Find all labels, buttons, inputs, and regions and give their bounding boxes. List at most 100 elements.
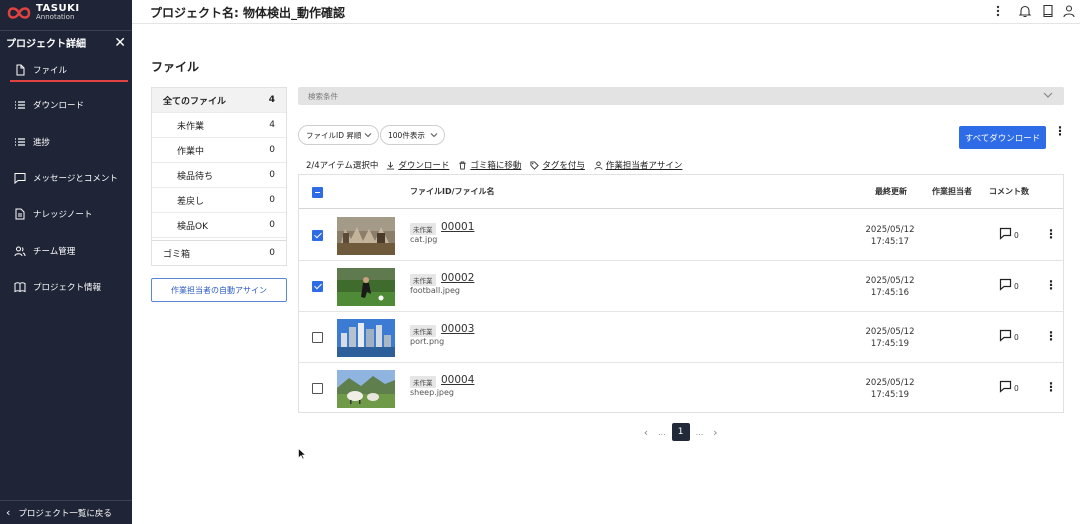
comments-button[interactable]: 0 [999,227,1019,240]
table-row[interactable]: 未作業 00004 sheep.jpeg 2025/05/12 17:45:19… [299,363,1063,414]
sidebar-item-progress[interactable]: 進捗 [0,129,132,155]
brand-logo[interactable]: TASUKI Annotation [6,2,126,24]
filter-count: 0 [269,220,275,230]
file-id-link[interactable]: 00001 [441,221,474,233]
trash-action-label: ゴミ箱に移動 [470,161,522,171]
sort-select-value: ファイルID 昇順 [306,130,362,140]
sidebar-item-project-info[interactable]: プロジェクト情報 [0,274,132,300]
filter-label: 作業中 [177,146,205,157]
last-updated: 2025/05/12 17:45:19 [859,377,921,401]
sidebar-item-label: 進捗 [33,138,51,148]
more-vertical-icon[interactable] [991,4,1005,18]
pagination-ellipsis: ... [695,427,704,437]
file-id-link[interactable]: 00004 [441,374,474,386]
thumbnail-port[interactable] [337,319,395,357]
comment-count: 0 [1014,231,1019,240]
back-label: プロジェクト一覧に戻る [18,508,112,519]
next-page-icon[interactable]: › [709,426,721,439]
search-label: 検索条件 [308,91,338,101]
filter-label: ゴミ箱 [163,249,191,260]
sidebar-item-files[interactable]: ファイル [0,57,132,83]
tag-icon [530,160,540,170]
filter-awaiting-inspection[interactable]: 検品待ち 0 [152,163,286,188]
search-conditions-bar[interactable]: 検索条件 [298,87,1064,105]
comment-icon [999,278,1012,291]
page-button-current[interactable]: 1 [671,423,690,441]
more-vertical-icon[interactable]: ⋮ [1054,125,1066,137]
file-id-link[interactable]: 00002 [441,272,474,284]
user-icon[interactable] [1062,4,1076,18]
updated-time: 17:45:16 [870,288,910,298]
thumbnail-sheep[interactable] [337,370,395,408]
auto-assign-button[interactable]: 作業担当者の自動アサイン [151,278,287,302]
sidebar-item-download[interactable]: ダウンロード [0,92,132,118]
bell-icon[interactable] [1018,4,1032,18]
comment-count: 0 [1014,333,1019,342]
sidebar-item-team[interactable]: チーム管理 [0,238,132,264]
table-row[interactable]: 未作業 00002 football.jpeg 2025/05/12 17:45… [299,261,1063,312]
assign-action-label: 作業担当者アサイン [605,161,683,171]
row-checkbox[interactable] [312,281,323,292]
sort-select[interactable]: ファイルID 昇順 [298,125,379,145]
close-icon[interactable]: ✕ [114,36,126,50]
per-page-select[interactable]: 100件表示 [380,125,445,145]
filter-in-progress[interactable]: 作業中 0 [152,138,286,163]
filter-returned[interactable]: 差戻し 0 [152,188,286,213]
row-checkbox[interactable] [312,383,323,394]
comments-button[interactable]: 0 [999,380,1019,393]
updated-time: 17:45:19 [870,390,910,400]
last-updated: 2025/05/12 17:45:16 [859,275,921,299]
updated-date: 2025/05/12 [865,327,915,337]
row-more-vertical-icon[interactable]: ⋮ [1045,381,1057,393]
sidebar: TASUKI Annotation プロジェクト詳細 ✕ ファイル ダウンロード… [0,0,132,524]
thumbnail-football[interactable] [337,268,395,306]
filter-label: 全てのファイル [163,96,227,107]
file-name: port.png [410,337,445,346]
assign-worker-action[interactable]: 作業担当者アサイン [594,159,683,171]
brand-sub: Annotation [36,13,75,21]
chevron-down-icon [430,133,438,138]
sidebar-item-messages[interactable]: メッセージとコメント [0,165,132,191]
add-tag-action[interactable]: タグを付与 [530,159,585,171]
download-icon [387,161,395,170]
filter-all-files[interactable]: 全てのファイル 4 [152,88,286,113]
status-badge: 未作業 [410,274,436,286]
per-page-select-value: 100件表示 [388,130,425,140]
row-checkbox[interactable] [312,230,323,241]
move-to-trash-action[interactable]: ゴミ箱に移動 [458,159,521,171]
column-header-comments: コメント数 [989,187,1029,196]
filter-count: 0 [269,248,275,258]
filter-inspection-ok[interactable]: 検品OK 0 [152,213,286,238]
select-all-checkbox[interactable] [312,187,323,198]
filter-unworked[interactable]: 未作業 4 [152,113,286,138]
sidebar-item-label: プロジェクト情報 [33,283,102,293]
file-id-link[interactable]: 00003 [441,323,474,335]
row-more-vertical-icon[interactable]: ⋮ [1045,279,1057,291]
row-checkbox[interactable] [312,332,323,343]
filter-trash[interactable]: ゴミ箱 0 [152,240,286,265]
sidebar-item-label: ファイル [33,66,68,76]
file-name: sheep.jpeg [410,388,455,397]
message-icon [14,173,26,184]
comments-button[interactable]: 0 [999,278,1019,291]
mouse-cursor-icon [298,448,306,460]
row-more-vertical-icon[interactable]: ⋮ [1045,330,1057,342]
column-header-updated: 最終更新 [875,187,907,196]
download-action[interactable]: ダウンロード [386,159,449,171]
filter-label: 検品OK [177,221,208,232]
thumbnail-cat[interactable] [337,217,395,255]
sidebar-item-label: チーム管理 [33,247,76,257]
table-row[interactable]: 未作業 00001 cat.jpg 2025/05/12 17:45:17 0 … [299,210,1063,261]
files-table: ファイルID/ファイル名 最終更新 作業担当者 コメント数 未作業 00001 … [298,174,1064,413]
prev-page-icon[interactable]: ‹ [640,426,652,439]
download-all-button[interactable]: すべてダウンロード [959,126,1046,149]
list-icon [15,101,25,109]
table-row[interactable]: 未作業 00003 port.png 2025/05/12 17:45:19 0… [299,312,1063,363]
filter-label: 差戻し [177,196,205,207]
comments-button[interactable]: 0 [999,329,1019,342]
back-to-projects-link[interactable]: ‹ プロジェクト一覧に戻る [0,500,132,524]
download-action-label: ダウンロード [398,161,450,171]
sidebar-item-knowledge[interactable]: ナレッジノート [0,201,132,227]
row-more-vertical-icon[interactable]: ⋮ [1045,228,1057,240]
book-icon[interactable] [1041,4,1055,18]
